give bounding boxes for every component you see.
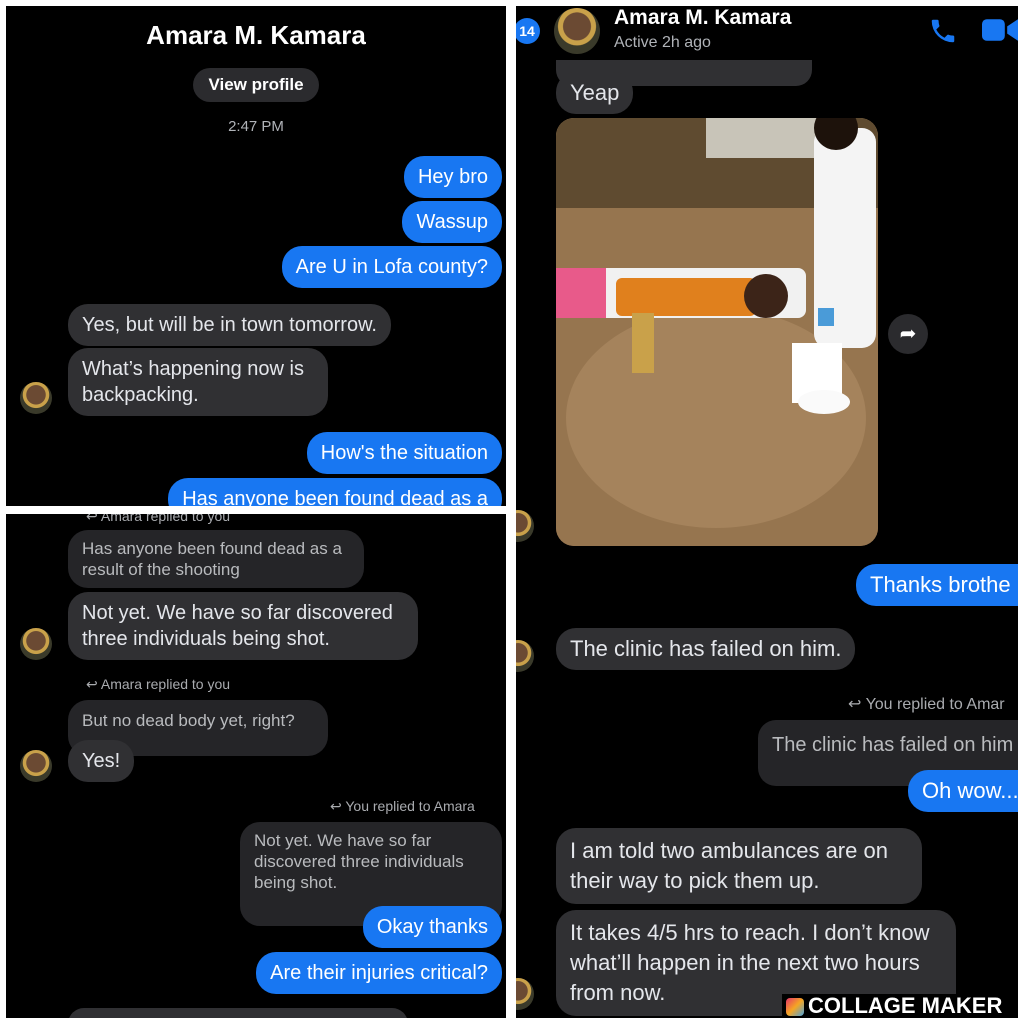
message-bubble[interactable]: Oh wow... bbox=[908, 770, 1018, 812]
message-bubble[interactable]: The clinic has failed on him. bbox=[556, 628, 856, 670]
watermark: COLLAGE MAKER bbox=[782, 993, 1007, 1018]
reply-indicator-label: You replied to Amara bbox=[345, 798, 475, 814]
message-bubble[interactable]: Not yet. We have so far discovered three… bbox=[68, 592, 418, 660]
reply-arrow-icon: ↩ bbox=[86, 676, 101, 692]
photo-attachment[interactable] bbox=[556, 118, 878, 546]
message-bubble[interactable]: Okay thanks bbox=[362, 906, 502, 948]
message-bubble[interactable]: Yes, but will be in town tomorrow. bbox=[68, 304, 391, 346]
message-bubble-cut bbox=[68, 1008, 408, 1018]
avatar[interactable] bbox=[20, 750, 52, 782]
reply-indicator: ↩ Amara replied to you bbox=[86, 676, 230, 693]
avatar[interactable] bbox=[20, 382, 52, 414]
reply-arrow-icon: ↩ bbox=[86, 514, 101, 524]
message-bubble[interactable]: Wassup bbox=[402, 201, 502, 243]
message-bubble[interactable]: Yes! bbox=[68, 740, 135, 782]
reply-arrow-icon: ↩ bbox=[330, 798, 346, 814]
avatar[interactable] bbox=[516, 510, 534, 542]
forward-icon[interactable]: ➦ bbox=[888, 314, 928, 354]
message-bubble[interactable]: How's the situation bbox=[306, 432, 502, 474]
message-bubble[interactable]: Yeap bbox=[556, 72, 634, 114]
contact-name: Amara M. Kamara bbox=[146, 20, 366, 50]
video-call-icon[interactable] bbox=[982, 16, 1018, 44]
message-bubble[interactable]: Has anyone been found dead as a bbox=[168, 478, 502, 506]
message-bubble[interactable]: Are U in Lofa county? bbox=[281, 246, 502, 288]
reply-indicator: ↩ You replied to Amara bbox=[330, 798, 475, 815]
avatar[interactable] bbox=[554, 8, 600, 54]
contact-name[interactable]: Amara M. Kamara bbox=[614, 6, 791, 30]
reply-indicator-label: You replied to Amar bbox=[865, 696, 1005, 713]
chat-panel-right: 14 Amara M. Kamara Active 2h ago Yeap ➦ bbox=[516, 6, 1018, 1018]
message-bubble[interactable]: Thanks brothe bbox=[856, 564, 1018, 606]
stretcher-photo-icon bbox=[556, 118, 878, 546]
reply-indicator-label: Amara replied to you bbox=[100, 514, 231, 524]
watermark-text: COLLAGE MAKER bbox=[808, 993, 1003, 1018]
message-bubble[interactable]: Are their injuries critical? bbox=[256, 952, 502, 994]
quoted-message[interactable]: Has anyone been found dead as a result o… bbox=[68, 530, 364, 588]
chat-panel-bottom-left: ↩ Amara replied to you Has anyone been f… bbox=[6, 514, 506, 1018]
message-bubble[interactable]: What’s happening now is backpacking. bbox=[68, 348, 328, 416]
avatar[interactable] bbox=[516, 978, 534, 1010]
reply-indicator: ↩ You replied to Amar bbox=[848, 694, 1005, 714]
view-profile-button[interactable]: View profile bbox=[193, 68, 319, 102]
active-status: Active 2h ago bbox=[614, 34, 711, 51]
avatar[interactable] bbox=[516, 640, 534, 672]
phone-call-icon[interactable] bbox=[928, 16, 958, 46]
timestamp: 2:47 PM bbox=[228, 118, 284, 135]
message-bubble[interactable]: I am told two ambulances are on their wa… bbox=[556, 828, 922, 904]
collage-maker-logo-icon bbox=[786, 998, 804, 1017]
message-bubble[interactable]: Hey bro bbox=[403, 156, 502, 198]
chat-panel-top-left: Amara M. Kamara View profile 2:47 PM Hey… bbox=[6, 6, 506, 506]
reply-indicator-cut: ↩ Amara replied to you bbox=[86, 514, 230, 525]
avatar[interactable] bbox=[20, 628, 52, 660]
reply-arrow-icon: ↩ bbox=[848, 696, 866, 713]
reply-indicator-label: Amara replied to you bbox=[100, 676, 231, 692]
